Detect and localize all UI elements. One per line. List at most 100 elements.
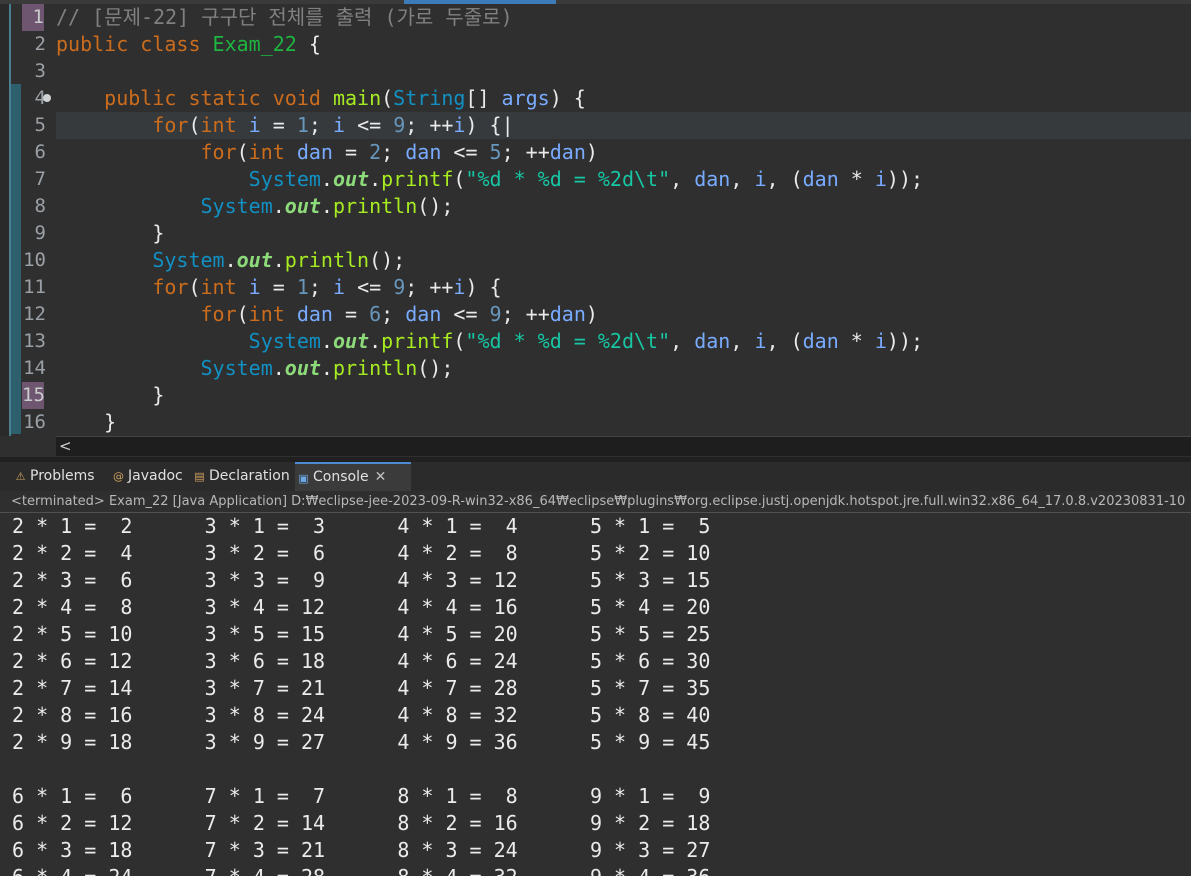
line-number[interactable]: 11 xyxy=(20,274,46,301)
code-token: dan xyxy=(802,167,839,191)
tab-problems[interactable]: ⚠ Problems xyxy=(12,462,122,491)
code-line[interactable]: 4 public static void main(String[] args)… xyxy=(0,85,1191,112)
line-number[interactable]: 13 xyxy=(20,328,46,355)
code-text[interactable]: } xyxy=(56,409,116,436)
code-token: out xyxy=(284,356,321,380)
code-token: 1 xyxy=(296,275,309,299)
fold-toggle-icon[interactable] xyxy=(43,94,51,102)
code-line[interactable]: 2 public class Exam_22 { xyxy=(0,31,1191,58)
console-line: 2 * 4 = 8 3 * 4 = 12 4 * 4 = 16 5 * 4 = … xyxy=(12,595,711,619)
code-line[interactable]: 1 // [문제-22] 구구단 전체를 출력 (가로 두줄로) xyxy=(0,4,1191,31)
code-token: System xyxy=(56,356,273,380)
code-text[interactable]: public class Exam_22 { xyxy=(56,31,321,58)
code-text[interactable]: // [문제-22] 구구단 전체를 출력 (가로 두줄로) xyxy=(56,4,513,31)
code-token: ; ++ xyxy=(405,275,454,299)
code-line[interactable]: 14 System.out.println(); xyxy=(0,355,1191,382)
code-text[interactable]: System.out.println(); xyxy=(56,193,453,220)
code-token: dan xyxy=(405,140,442,164)
close-icon[interactable]: ✕ xyxy=(375,469,387,485)
code-token: String xyxy=(393,86,466,110)
code-token: = xyxy=(260,275,297,299)
code-text[interactable]: System.out.println(); xyxy=(56,355,453,382)
line-number[interactable]: 3 xyxy=(20,58,46,85)
code-text[interactable]: } xyxy=(56,220,164,247)
code-text[interactable]: System.out.printf("%d * %d = %2d\t", dan… xyxy=(56,166,923,193)
code-token: , ( xyxy=(766,167,803,191)
code-line[interactable]: 12 for(int dan = 6; dan <= 9; ++dan) xyxy=(0,301,1191,328)
line-number[interactable]: 16 xyxy=(20,409,46,436)
code-text[interactable]: for(int i = 1; i <= 9; ++i) { xyxy=(56,274,501,301)
line-number[interactable]: 2 xyxy=(20,31,46,58)
code-line[interactable]: 10 System.out.println(); xyxy=(0,247,1191,274)
tab-declaration[interactable]: ▤ Declaration xyxy=(191,462,309,491)
code-token: <= xyxy=(345,113,394,137)
code-text[interactable]: System.out.printf("%d * %d = %2d\t", dan… xyxy=(56,328,923,355)
line-number[interactable]: 12 xyxy=(20,301,46,328)
code-token: dan xyxy=(296,140,333,164)
code-line[interactable]: 7 System.out.printf("%d * %d = %2d\t", d… xyxy=(0,166,1191,193)
code-token: ( xyxy=(381,86,394,110)
code-line[interactable]: 16 } xyxy=(0,409,1191,436)
scroll-left-icon[interactable]: < xyxy=(59,437,72,455)
code-line[interactable]: 11 for(int i = 1; i <= 9; ++i) { xyxy=(0,274,1191,301)
code-token: main xyxy=(332,86,382,110)
line-number[interactable]: 7 xyxy=(20,166,46,193)
line-number[interactable]: 15 xyxy=(22,382,45,409)
code-token: public static void xyxy=(56,86,333,110)
line-number[interactable]: 9 xyxy=(20,220,46,247)
line-number[interactable]: 1 xyxy=(22,4,44,31)
code-text[interactable]: System.out.println(); xyxy=(56,247,405,274)
console-line: 6 * 3 = 18 7 * 3 = 21 8 * 3 = 24 9 * 3 =… xyxy=(12,838,711,862)
code-token: ; ++ xyxy=(501,302,550,326)
code-token: out xyxy=(236,248,273,272)
code-line[interactable]: 5 for(int i = 1; i <= 9; ++i) {| xyxy=(0,112,1191,139)
code-token: , xyxy=(670,167,695,191)
code-token: println xyxy=(332,356,418,380)
code-token: } xyxy=(56,410,117,434)
code-token: , xyxy=(670,329,695,353)
code-line[interactable]: 9 } xyxy=(0,220,1191,247)
code-text[interactable]: for(int dan = 6; dan <= 9; ++dan) xyxy=(56,301,597,328)
line-number[interactable]: 8 xyxy=(20,193,46,220)
code-token: // [문제-22] 구구단 전체를 출력 (가로 두줄로) xyxy=(56,5,513,29)
code-token: dan xyxy=(694,167,731,191)
horizontal-scrollbar[interactable]: < xyxy=(56,436,1191,456)
code-token: ) { xyxy=(465,113,502,137)
code-token: ; xyxy=(308,275,333,299)
line-number[interactable]: 14 xyxy=(20,355,46,382)
code-token: 9 xyxy=(489,302,502,326)
tab-console[interactable]: ▣ Console ✕ xyxy=(295,462,411,491)
code-token: 9 xyxy=(393,275,406,299)
code-token: i xyxy=(332,113,346,137)
code-token: System xyxy=(56,248,225,272)
code-token: . xyxy=(272,248,285,272)
code-text[interactable]: for(int i = 1; i <= 9; ++i) {| xyxy=(56,112,513,139)
code-token: dan xyxy=(694,329,731,353)
code-token: for xyxy=(56,113,189,137)
code-token: <= xyxy=(441,140,490,164)
code-text[interactable]: } xyxy=(56,382,164,409)
code-token: . xyxy=(320,329,333,353)
code-token: 2 xyxy=(369,140,382,164)
code-line[interactable]: 8 System.out.println(); xyxy=(0,193,1191,220)
code-token: i xyxy=(874,167,887,191)
line-number[interactable]: 5 xyxy=(20,112,46,139)
code-token: 5 xyxy=(489,140,502,164)
line-number[interactable]: 6 xyxy=(20,139,46,166)
code-token: = xyxy=(332,140,370,164)
code-token: <= xyxy=(345,275,394,299)
code-text[interactable]: public static void main(String[] args) { xyxy=(56,85,586,112)
console-line: 2 * 6 = 12 3 * 6 = 18 4 * 6 = 24 5 * 6 =… xyxy=(12,649,711,673)
code-token: i xyxy=(248,275,261,299)
code-line[interactable]: 13 System.out.printf("%d * %d = %2d\t", … xyxy=(0,328,1191,355)
code-token: System xyxy=(56,167,321,191)
code-line[interactable]: 15 } xyxy=(0,382,1191,409)
tab-javadoc[interactable]: @ Javadoc xyxy=(110,462,204,491)
line-number[interactable]: 10 xyxy=(20,247,46,274)
console-output[interactable]: 2 * 1 = 2 3 * 1 = 3 4 * 1 = 4 5 * 1 = 5 2… xyxy=(0,513,1191,876)
code-editor[interactable]: 1 // [문제-22] 구구단 전체를 출력 (가로 두줄로) 2 public c… xyxy=(0,0,1191,457)
code-line[interactable]: 6 for(int dan = 2; dan <= 5; ++dan) xyxy=(0,139,1191,166)
code-line[interactable]: 3 xyxy=(0,58,1191,85)
tab-label: Problems xyxy=(30,468,95,484)
code-text[interactable]: for(int dan = 2; dan <= 5; ++dan) xyxy=(56,139,597,166)
